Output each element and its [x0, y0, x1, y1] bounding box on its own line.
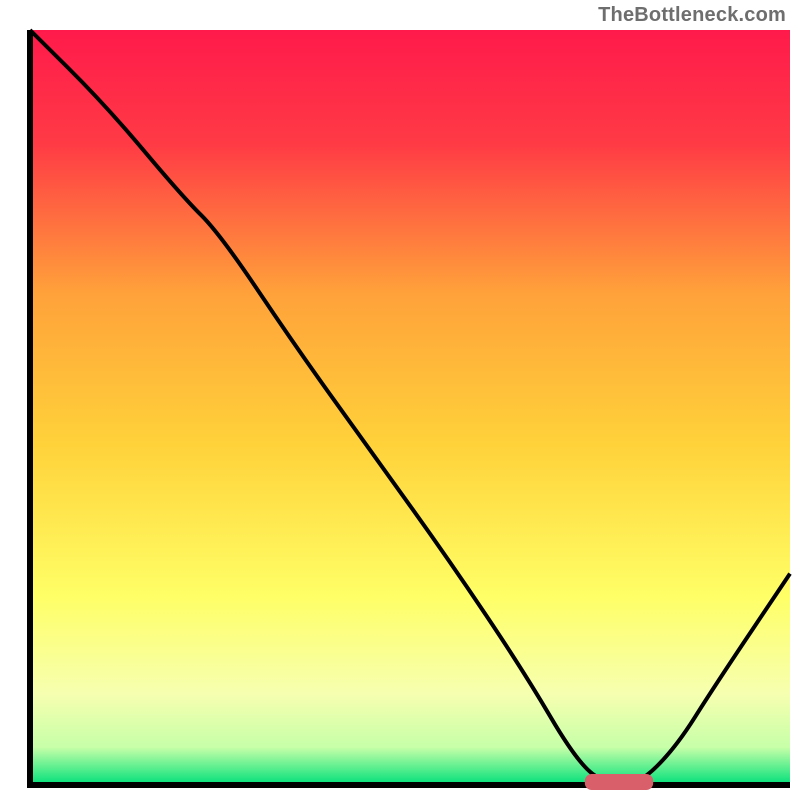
chart-svg	[0, 0, 800, 800]
watermark-text: TheBottleneck.com	[598, 4, 786, 27]
bottleneck-chart: TheBottleneck.com	[0, 0, 800, 800]
plot-gradient-background	[30, 30, 790, 785]
optimal-range-marker	[585, 774, 653, 790]
